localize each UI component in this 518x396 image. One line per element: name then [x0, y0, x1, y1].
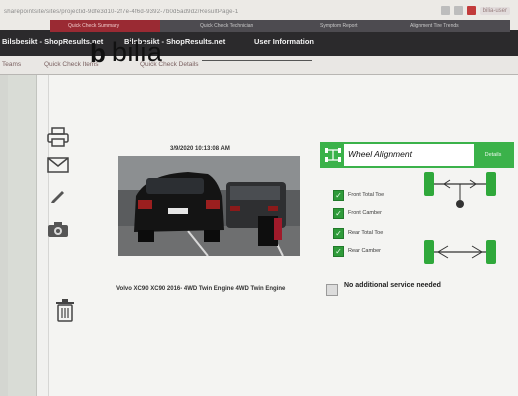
logo-underline — [202, 60, 312, 61]
bilia-logo: b bilia — [90, 39, 162, 66]
check-rear-total-toe[interactable]: ✓ Rear Total Toe — [333, 227, 383, 239]
subtab-teams[interactable]: Teams — [2, 61, 21, 68]
front-axle-diagram — [420, 168, 500, 215]
header-item-summary[interactable]: Quick Check Summary — [68, 23, 119, 29]
inspection-timestamp: 3/9/2020 10:13:08 AM — [170, 146, 230, 152]
print-icon[interactable] — [46, 126, 70, 148]
vehicle-description: Volvo XC90 XC90 2016- 4WD Twin Engine 4W… — [116, 286, 286, 292]
check-front-camber[interactable]: ✓ Front Camber — [333, 207, 382, 219]
vehicle-photo[interactable] — [118, 156, 300, 256]
no-additional-service-label: No additional service needed — [344, 282, 441, 289]
camera-icon[interactable] — [46, 219, 70, 241]
sub-tab-bar: Teams Quick Check Items Quick Check Deta… — [0, 56, 518, 75]
browser-toolbar-icons: bilia-user — [440, 6, 510, 15]
checkmark-icon[interactable]: ✓ — [333, 227, 344, 239]
alignment-icon — [322, 144, 344, 166]
edit-pencil-icon[interactable] — [46, 184, 70, 206]
notification-icon[interactable] — [466, 6, 476, 15]
logo-text: bilia — [111, 37, 163, 67]
menu-icon[interactable] — [453, 6, 463, 15]
no-additional-service-checkbox[interactable] — [326, 284, 338, 296]
check-rear-camber[interactable]: ✓ Rear Camber — [333, 245, 381, 257]
app-tab-bar: Bilsbesikt - ShopResults.net Bilsbesikt … — [0, 30, 518, 56]
tab-shopresults-1[interactable]: Bilsbesikt - ShopResults.net — [2, 37, 103, 46]
logo-mark: b — [90, 37, 106, 68]
checkmark-icon[interactable]: ✓ — [333, 245, 344, 257]
screen: sharepointsite/sites/projectid-9dfe3d10-… — [0, 0, 518, 396]
wheel-alignment-title: Wheel Alignment — [348, 149, 412, 159]
checkmark-icon[interactable]: ✓ — [333, 189, 344, 201]
mail-icon[interactable] — [46, 154, 70, 176]
header-item-alignment-trends[interactable]: Alignment Tire Trends — [410, 23, 459, 29]
header-item-technician[interactable]: Quick Check Technician — [200, 23, 253, 29]
profile-button[interactable]: bilia-user — [479, 6, 510, 15]
check-front-total-toe[interactable]: ✓ Front Total Toe — [333, 189, 384, 201]
rear-axle-diagram — [420, 236, 500, 275]
report-header-strip: Quick Check Summary Quick Check Technici… — [50, 20, 510, 32]
trash-icon[interactable] — [54, 299, 76, 328]
tab-user-information[interactable]: User Information — [254, 37, 314, 46]
wheel-alignment-details-button[interactable]: Details — [474, 144, 512, 166]
left-panel — [8, 75, 37, 396]
checkmark-icon[interactable]: ✓ — [333, 207, 344, 219]
extension-icon[interactable] — [440, 6, 450, 15]
wheel-alignment-panel: Wheel Alignment Details — [320, 142, 514, 168]
header-item-symptom[interactable]: Symptom Report — [320, 23, 358, 29]
